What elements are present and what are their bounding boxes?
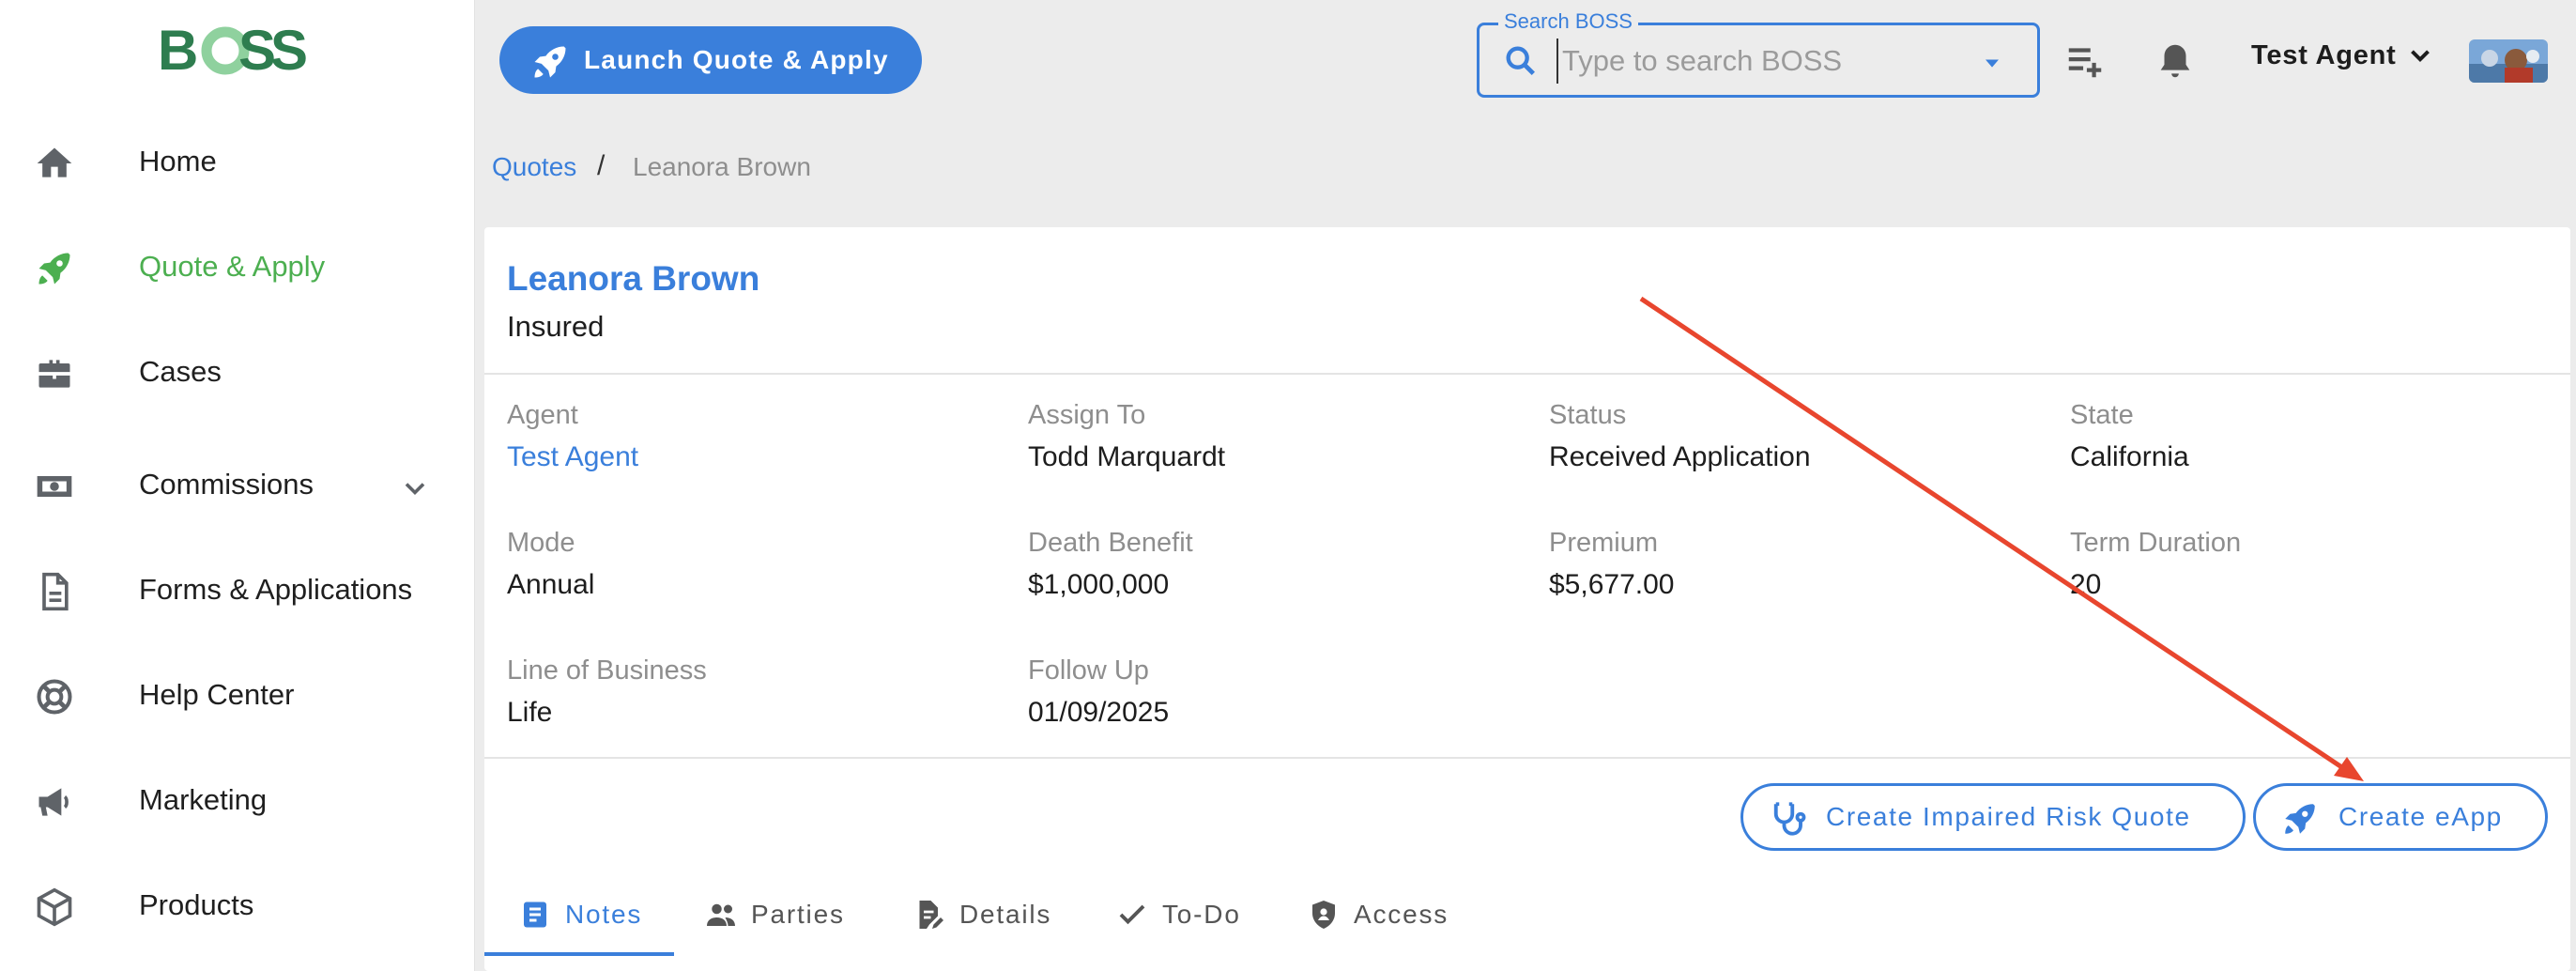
sidebar-item-label: Commissions [139, 468, 314, 501]
create-eapp-button[interactable]: Create eApp [2253, 783, 2548, 851]
state-label: State [2070, 400, 2134, 430]
chevron-down-icon[interactable] [398, 471, 432, 505]
assign-to-value: Todd Marquardt [1028, 441, 1226, 472]
line-of-business-value: Life [507, 697, 553, 728]
sidebar-item-marketing[interactable]: Marketing [0, 763, 475, 838]
tab-todo[interactable]: To-Do [1115, 875, 1241, 954]
tab-label: Notes [565, 900, 643, 929]
divider [484, 757, 2570, 759]
user-menu[interactable]: Test Agent [2251, 39, 2436, 71]
sidebar-item-quote-apply[interactable]: Quote & Apply [0, 229, 475, 304]
rocket-icon [2285, 804, 2315, 834]
tab-access[interactable]: Access [1307, 875, 1449, 954]
sidebar-item-label: Forms & Applications [139, 573, 413, 606]
sidebar-item-commissions[interactable]: Commissions [0, 447, 475, 522]
tab-label: To-Do [1162, 900, 1241, 929]
caret-down-icon[interactable] [1979, 50, 2005, 76]
status-label: Status [1549, 400, 1627, 430]
edit-document-icon [919, 901, 943, 929]
active-tab-indicator [484, 952, 674, 956]
sidebar-item-label: Products [139, 888, 254, 921]
boss-logo[interactable]: B SS [158, 19, 312, 81]
search-legend: Search BOSS [1498, 9, 1638, 34]
breadcrumb-current: Leanora Brown [633, 152, 811, 181]
tab-details[interactable]: Details [912, 875, 1051, 954]
launch-quote-apply-button[interactable]: Launch Quote & Apply [499, 26, 922, 94]
tab-label: Parties [751, 900, 845, 929]
agent-label: Agent [507, 400, 578, 430]
people-icon [707, 903, 735, 926]
lifebuoy-icon [37, 679, 72, 715]
search-icon [1506, 46, 1535, 75]
sidebar-item-cases[interactable]: Cases [0, 334, 475, 409]
chevron-down-icon [2410, 50, 2430, 63]
death-benefit-label: Death Benefit [1028, 528, 1193, 558]
megaphone-icon [38, 788, 69, 816]
sidebar-item-label: Quote & Apply [139, 250, 326, 283]
rocket-icon [534, 46, 566, 78]
premium-label: Premium [1549, 528, 1659, 558]
create-impaired-risk-quote-button[interactable]: Create Impaired Risk Quote [1740, 783, 2246, 851]
insured-name[interactable]: Leanora Brown [507, 259, 759, 299]
stethoscope-icon [1773, 802, 1806, 836]
avatar[interactable] [2469, 39, 2548, 83]
check-icon [1119, 904, 1145, 925]
sidebar-item-home[interactable]: Home [0, 124, 475, 199]
user-name: Test Agent [2251, 39, 2397, 70]
death-benefit-value: $1,000,000 [1028, 569, 1170, 600]
cube-icon [37, 887, 72, 927]
sidebar-item-label: Home [139, 145, 217, 177]
assign-to-label: Assign To [1028, 400, 1146, 430]
divider [484, 373, 2570, 375]
status-value: Received Application [1549, 441, 1811, 472]
launch-quote-apply-label: Launch Quote & Apply [584, 45, 889, 74]
line-of-business-label: Line of Business [507, 655, 707, 686]
breadcrumb-quotes-link[interactable]: Quotes [492, 152, 576, 182]
sidebar-item-products[interactable]: Products [0, 868, 475, 943]
shield-icon [1312, 901, 1335, 929]
sidebar-item-help-center[interactable]: Help Center [0, 657, 475, 732]
svg-text:B: B [158, 19, 196, 81]
sidebar-item-label: Help Center [139, 678, 295, 711]
notes-icon [524, 902, 546, 928]
tab-notes[interactable]: Notes [518, 875, 642, 954]
rocket-icon [38, 253, 70, 285]
insured-role: Insured [507, 310, 605, 343]
follow-up-value: 01/09/2025 [1028, 697, 1170, 728]
follow-up-label: Follow Up [1028, 655, 1149, 686]
term-duration-value: 20 [2070, 569, 2102, 600]
breadcrumb-separator: / [597, 150, 606, 181]
bell-icon[interactable] [2154, 39, 2197, 83]
sidebar: B SS Home Quote & Apply Cases Commission… [0, 0, 475, 971]
sidebar-item-forms[interactable]: Forms & Applications [0, 552, 475, 627]
create-impaired-risk-quote-label: Create Impaired Risk Quote [1826, 802, 2191, 831]
document-icon [42, 572, 69, 611]
case-card: Leanora Brown Insured Agent Test Agent A… [484, 227, 2570, 971]
search-field[interactable] [1477, 23, 2040, 98]
home-icon [37, 147, 72, 177]
svg-text:SS: SS [238, 19, 306, 81]
create-eapp-label: Create eApp [2338, 802, 2503, 831]
briefcase-icon [38, 360, 70, 388]
state-value: California [2070, 441, 2189, 472]
money-icon [37, 476, 72, 497]
tab-label: Access [1354, 900, 1449, 929]
search-input[interactable] [1556, 39, 1970, 84]
term-duration-label: Term Duration [2070, 528, 2242, 558]
playlist-add-icon[interactable] [2063, 39, 2107, 83]
agent-value[interactable]: Test Agent [507, 441, 638, 473]
tab-label: Details [959, 900, 1052, 929]
premium-value: $5,677.00 [1549, 569, 1675, 600]
mode-label: Mode [507, 528, 575, 558]
tab-parties[interactable]: Parties [704, 875, 845, 954]
mode-value: Annual [507, 569, 595, 600]
sidebar-item-label: Cases [139, 355, 222, 388]
sidebar-item-label: Marketing [139, 783, 268, 816]
